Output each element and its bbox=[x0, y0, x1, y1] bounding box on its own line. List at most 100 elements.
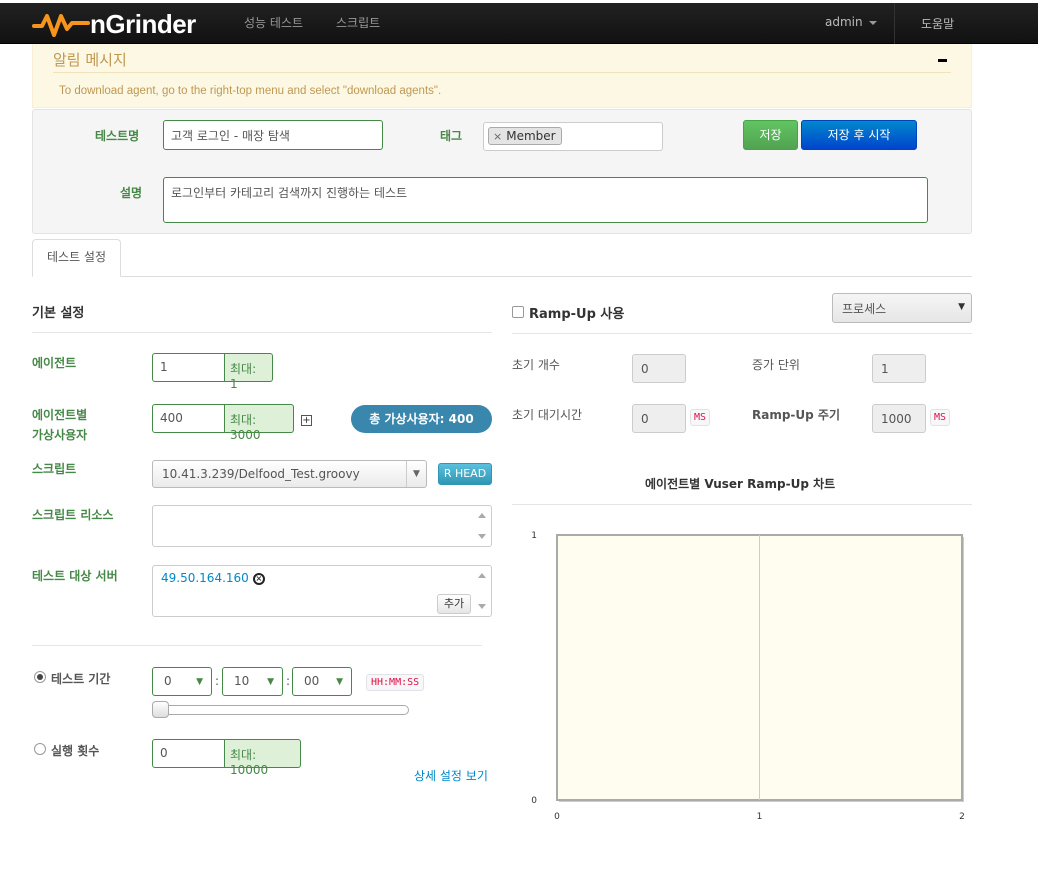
pulse-logo-icon bbox=[32, 14, 90, 37]
nav-help[interactable]: 도움말 bbox=[921, 15, 954, 32]
script-label: 스크립트 bbox=[32, 462, 77, 476]
duration-hour-value: 0 bbox=[164, 674, 172, 688]
run-count-max-addon: 최대: 10000 bbox=[225, 739, 301, 777]
duration-minute-select[interactable]: 10 ▼ bbox=[222, 667, 283, 696]
initial-sleep-input[interactable]: 0 bbox=[632, 404, 686, 433]
duration-slider-handle[interactable] bbox=[152, 701, 169, 718]
tag-label: 태그 bbox=[440, 129, 463, 143]
tag-input[interactable]: × Member bbox=[483, 122, 663, 151]
remove-host-icon[interactable]: × bbox=[252, 572, 265, 585]
duration-hour-select[interactable]: 0 ▼ bbox=[152, 667, 212, 696]
chevron-down-icon: ▼ bbox=[336, 677, 343, 687]
chevron-down-icon: ▼ bbox=[406, 461, 426, 487]
description-textarea[interactable]: 로그인부터 카테고리 검색까지 진행하는 테스트 bbox=[163, 177, 928, 223]
initial-sleep-unit: MS bbox=[690, 409, 711, 426]
nav-divider bbox=[894, 3, 895, 44]
chart-divider bbox=[512, 504, 972, 505]
target-host-link[interactable]: 49.50.164.160 bbox=[161, 571, 249, 585]
basic-settings-title: 기본 설정 bbox=[32, 306, 85, 321]
add-host-button[interactable]: 추가 bbox=[437, 594, 471, 614]
top-navbar: nGrinder 성능 테스트 스크립트 admin 도움말 bbox=[0, 3, 1038, 44]
rampup-type-select[interactable]: 프로세스 ▼ bbox=[832, 293, 972, 323]
script-resource-list[interactable] bbox=[152, 505, 492, 547]
script-select[interactable]: 10.41.3.239/Delfood_Test.groovy ▼ bbox=[152, 460, 427, 488]
rampup-interval-input[interactable]: 1000 bbox=[872, 404, 926, 433]
script-resource-label: 스크립트 리소스 bbox=[32, 508, 114, 522]
vuser-per-agent-input[interactable]: 400 bbox=[152, 404, 225, 433]
advanced-settings-link[interactable]: 상세 설정 보기 bbox=[414, 767, 488, 784]
duration-divider bbox=[32, 645, 482, 646]
agent-count-input[interactable]: 1 bbox=[152, 353, 225, 382]
rampup-divider bbox=[512, 333, 972, 334]
script-head-button[interactable]: R HEAD bbox=[438, 463, 492, 485]
alert-text: To download agent, go to the right-top m… bbox=[59, 85, 442, 97]
run-count-radio[interactable] bbox=[34, 743, 46, 755]
time-separator: : bbox=[215, 674, 220, 688]
scrollbar[interactable] bbox=[474, 506, 491, 546]
target-server-label: 테스트 대상 서버 bbox=[32, 569, 118, 583]
initial-sleep-label: 초기 대기시간 bbox=[512, 408, 583, 422]
save-button[interactable]: 저장 bbox=[743, 120, 798, 150]
duration-format-hint: HH:MM:SS bbox=[366, 674, 425, 691]
alert-divider bbox=[53, 72, 951, 73]
rampup-interval-label: Ramp-Up 주기 bbox=[752, 408, 841, 422]
chevron-down-icon: ▼ bbox=[958, 302, 965, 312]
rampup-chart-title: 에이전트별 Vuser Ramp-Up 차트 bbox=[645, 477, 836, 491]
collapse-minus-icon[interactable] bbox=[938, 59, 947, 62]
nav-performance-test[interactable]: 성능 테스트 bbox=[244, 14, 303, 31]
agent-max-addon: 최대: 1 bbox=[225, 353, 273, 391]
alert-title: 알림 메시지 bbox=[53, 51, 127, 69]
x-tick-label: 2 bbox=[959, 812, 965, 822]
chevron-down-icon: ▼ bbox=[196, 677, 203, 687]
tag-text: Member bbox=[506, 129, 556, 143]
time-separator: : bbox=[286, 674, 291, 688]
tabs-underline bbox=[32, 276, 972, 277]
y-tick-label: 0 bbox=[531, 796, 537, 806]
total-vuser-badge: 총 가상사용자: 400 bbox=[351, 405, 492, 433]
rampup-interval-unit: MS bbox=[930, 409, 951, 426]
duration-minute-value: 10 bbox=[234, 674, 250, 688]
rampup-chart: 0 1 2 0 1 bbox=[531, 531, 965, 822]
duration-label: 테스트 기간 bbox=[51, 672, 111, 686]
basic-settings-divider bbox=[32, 332, 492, 333]
duration-slider-track[interactable] bbox=[152, 705, 409, 715]
chevron-down-icon: ▼ bbox=[267, 677, 274, 687]
rampup-enable-label: Ramp-Up 사용 bbox=[529, 307, 625, 322]
x-tick-label: 1 bbox=[757, 812, 763, 822]
alert-message-box: 알림 메시지 To download agent, go to the righ… bbox=[32, 44, 972, 108]
initial-count-input[interactable]: 0 bbox=[632, 354, 686, 383]
y-tick-label: 1 bbox=[531, 531, 537, 541]
initial-count-label: 초기 개수 bbox=[512, 358, 560, 372]
x-tick-label: 0 bbox=[554, 812, 560, 822]
step-label: 증가 단위 bbox=[752, 358, 800, 372]
scrollbar[interactable] bbox=[474, 566, 491, 616]
test-name-label: 테스트명 bbox=[95, 129, 140, 143]
vuser-max-addon: 최대: 3000 bbox=[225, 404, 294, 442]
tag-chip: × Member bbox=[488, 127, 562, 145]
agent-label: 에이전트 bbox=[32, 356, 77, 370]
vuser-per-agent-label-2: 가상사용자 bbox=[32, 428, 88, 442]
expand-plus-icon[interactable]: + bbox=[301, 415, 312, 426]
description-label: 설명 bbox=[120, 186, 143, 200]
nav-script[interactable]: 스크립트 bbox=[336, 14, 380, 31]
user-name: admin bbox=[825, 15, 863, 29]
run-count-input[interactable]: 0 bbox=[152, 739, 225, 768]
tag-remove-icon[interactable]: × bbox=[493, 130, 502, 143]
vuser-per-agent-label-1: 에이전트별 bbox=[32, 408, 88, 422]
duration-second-select[interactable]: 00 ▼ bbox=[292, 667, 352, 696]
step-input[interactable]: 1 bbox=[872, 354, 926, 383]
chevron-down-icon bbox=[868, 20, 877, 25]
rampup-checkbox[interactable] bbox=[512, 306, 524, 318]
script-select-value: 10.41.3.239/Delfood_Test.groovy bbox=[162, 467, 360, 481]
duration-second-value: 00 bbox=[304, 674, 320, 688]
test-name-input[interactable]: 고객 로그인 - 매장 탐색 bbox=[163, 120, 383, 150]
user-menu[interactable]: admin bbox=[825, 15, 877, 29]
brand-logo[interactable]: nGrinder bbox=[32, 9, 196, 39]
tab-test-settings[interactable]: 테스트 설정 bbox=[32, 239, 121, 277]
duration-radio[interactable] bbox=[34, 671, 46, 683]
test-info-panel: 테스트명 고객 로그인 - 매장 탐색 태그 × Member 저장 저장 후 시… bbox=[32, 109, 972, 234]
save-and-start-button[interactable]: 저장 후 시작 bbox=[801, 120, 917, 150]
brand-name: nGrinder bbox=[90, 8, 196, 39]
rampup-type-value: 프로세스 bbox=[842, 302, 887, 316]
run-count-label: 실행 횟수 bbox=[51, 744, 100, 758]
